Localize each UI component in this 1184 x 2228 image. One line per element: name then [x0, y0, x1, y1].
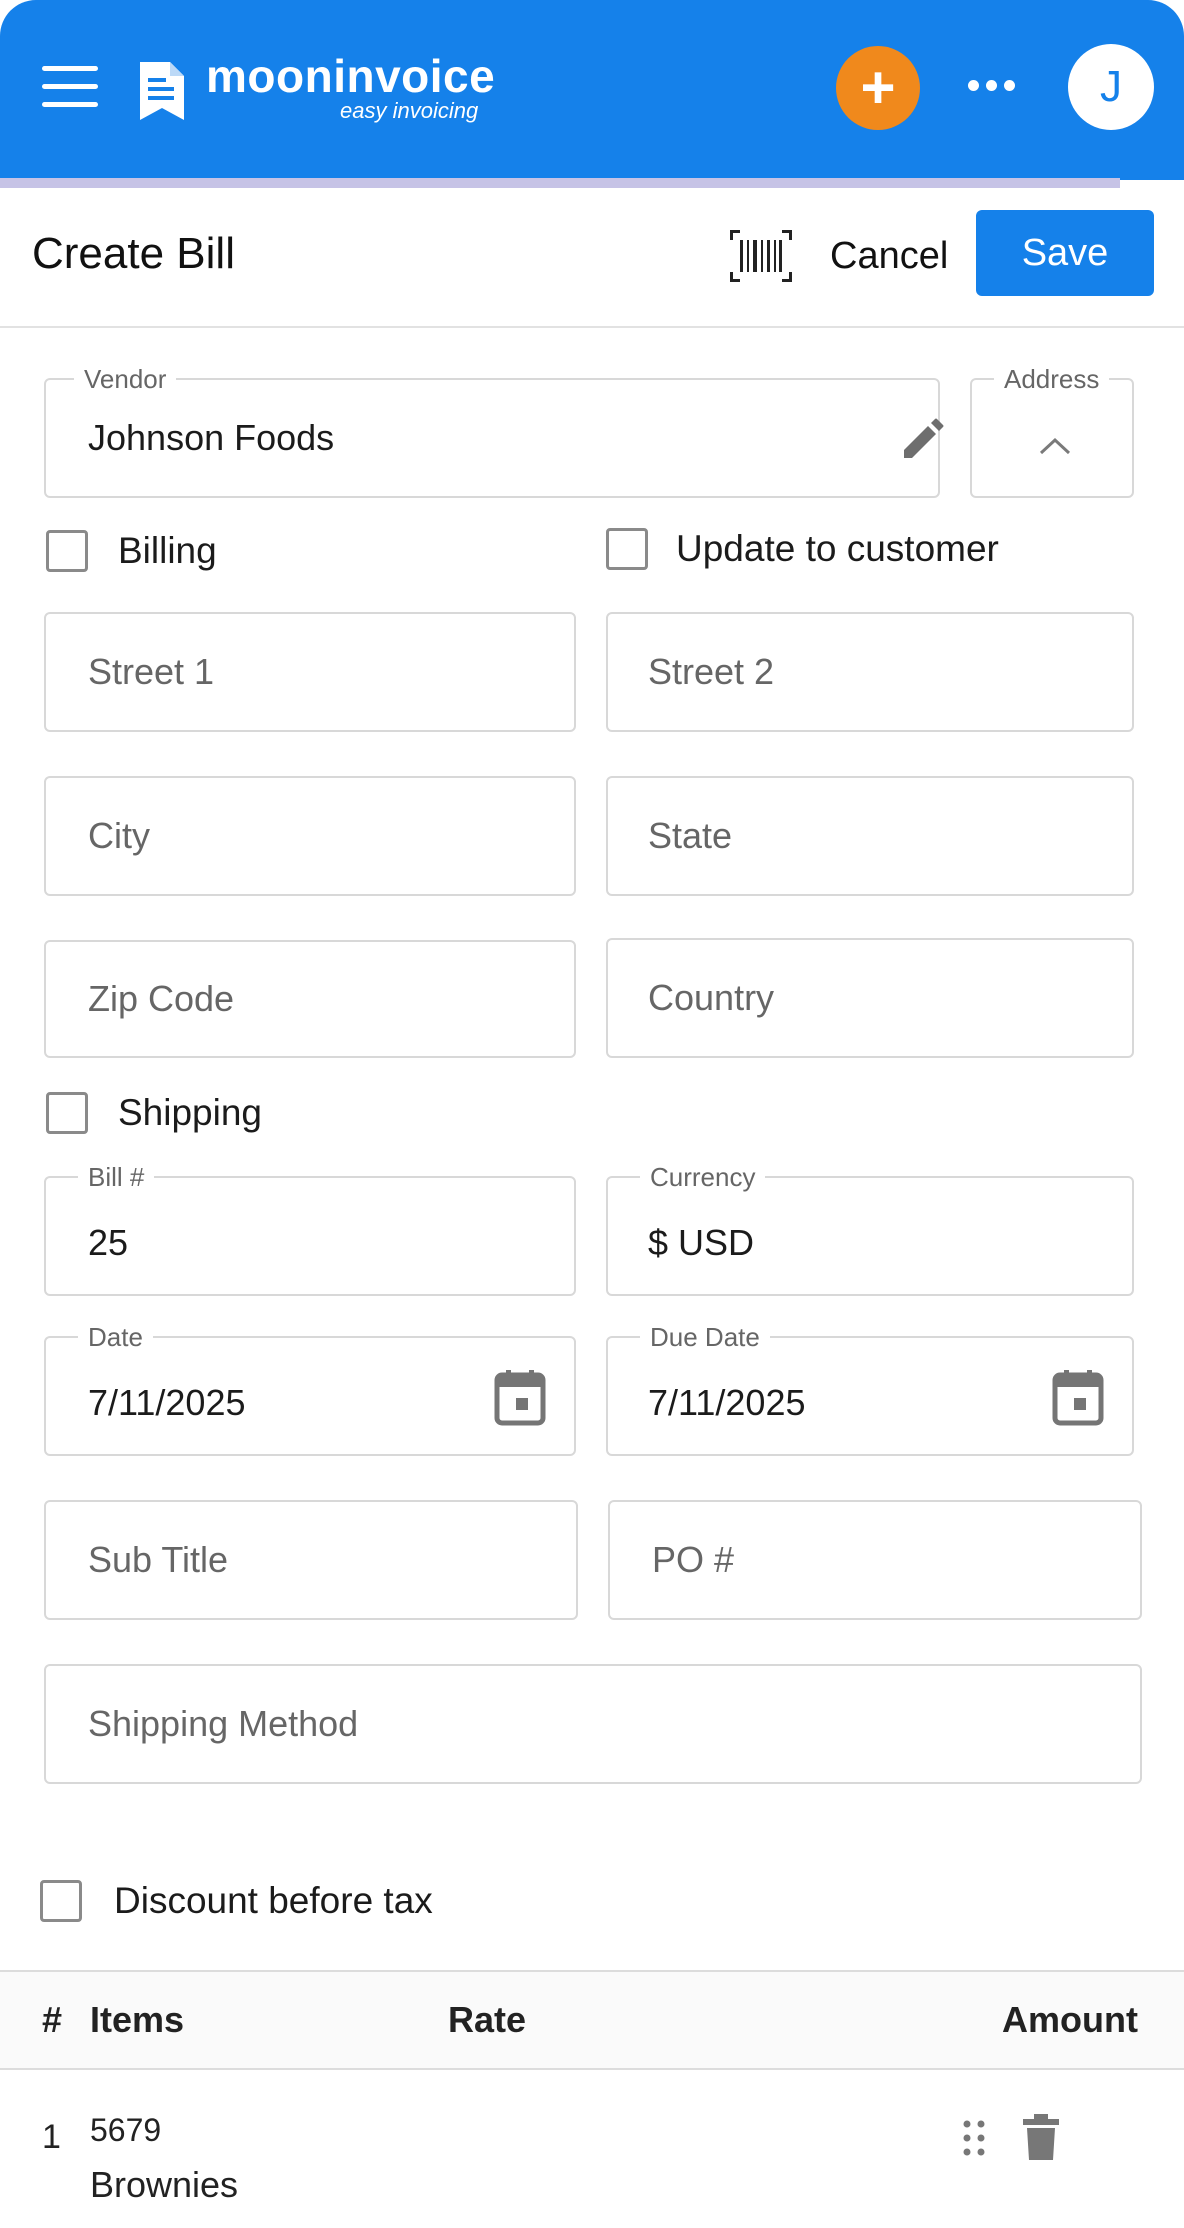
shipping-checkbox[interactable] [46, 1092, 88, 1134]
currency-field[interactable]: Currency $ USD [606, 1162, 1134, 1296]
date-value: 7/11/2025 [88, 1382, 246, 1423]
shipping-label: Shipping [118, 1092, 263, 1133]
item-code: 5679 [90, 2112, 162, 2148]
discount-before-tax-label: Discount before tax [114, 1880, 433, 1921]
drag-handle-icon[interactable] [960, 2118, 988, 2158]
item-number: 1 [42, 2118, 61, 2156]
zip-code-input[interactable]: Zip Code [44, 940, 576, 1058]
update-customer-label: Update to customer [676, 528, 999, 569]
state-input[interactable]: State [606, 776, 1134, 896]
city-placeholder: City [88, 815, 150, 856]
column-number: # [42, 1999, 63, 2040]
add-new-button[interactable]: + [836, 46, 920, 130]
street1-input[interactable]: Street 1 [44, 612, 576, 732]
progress-strip [0, 178, 1120, 188]
app-bar: mooninvoice easy invoicing + J [0, 0, 1184, 180]
chevron-up-icon [1039, 437, 1071, 455]
city-input[interactable]: City [44, 776, 576, 896]
save-button[interactable]: Save [976, 210, 1154, 296]
delete-trash-icon[interactable] [1020, 2112, 1062, 2162]
street2-input[interactable]: Street 2 [606, 612, 1134, 732]
vendor-value: Johnson Foods [88, 417, 335, 458]
moon-invoice-logo-icon [140, 62, 184, 120]
subtitle-placeholder: Sub Title [88, 1539, 229, 1580]
brand-tagline: easy invoicing [340, 98, 479, 123]
barcode-scan-icon[interactable] [728, 228, 794, 284]
billing-checkbox[interactable] [46, 530, 88, 572]
due-date-field[interactable]: Due Date 7/11/2025 [606, 1322, 1134, 1456]
shipping-method-input[interactable]: Shipping Method [44, 1664, 1142, 1784]
more-options-icon[interactable] [964, 70, 1020, 100]
country-placeholder: Country [648, 977, 775, 1018]
street2-placeholder: Street 2 [648, 651, 775, 692]
calendar-icon[interactable] [1052, 1368, 1104, 1426]
table-row[interactable]: 1 5679 Brownies [0, 2072, 1184, 2228]
items-table-header: # Items Rate Amount [0, 1970, 1184, 2070]
address-toggle[interactable]: Address [970, 364, 1134, 498]
user-avatar[interactable]: J [1068, 44, 1154, 130]
zip-code-placeholder: Zip Code [88, 978, 235, 1019]
brand-name: mooninvoice [206, 50, 496, 102]
country-input[interactable]: Country [606, 938, 1134, 1058]
page-header: Create Bill Cancel Save [0, 188, 1184, 328]
vendor-field[interactable]: Vendor Johnson Foods [44, 364, 944, 498]
street1-placeholder: Street 1 [88, 651, 215, 692]
discount-before-tax-checkbox[interactable] [40, 1880, 82, 1922]
shipping-checkbox-row[interactable]: Shipping [46, 1092, 262, 1134]
address-label: Address [994, 364, 1110, 394]
column-amount: Amount [1002, 1999, 1138, 2040]
update-customer-checkbox-row[interactable]: Update to customer [606, 528, 999, 570]
update-customer-checkbox[interactable] [606, 528, 648, 570]
calendar-icon[interactable] [494, 1368, 546, 1426]
due-date-value: 7/11/2025 [648, 1382, 806, 1423]
date-field[interactable]: Date 7/11/2025 [44, 1322, 576, 1456]
currency-value: $ USD [648, 1222, 755, 1263]
po-number-input[interactable]: PO # [608, 1500, 1142, 1620]
page-title: Create Bill [32, 229, 235, 278]
state-placeholder: State [648, 815, 733, 856]
cancel-button[interactable]: Cancel [830, 228, 948, 284]
column-items: Items [90, 1999, 185, 2040]
edit-pencil-icon[interactable] [898, 416, 946, 464]
menu-icon[interactable] [42, 64, 98, 110]
column-rate: Rate [448, 1999, 527, 2040]
bill-number-value: 25 [88, 1222, 129, 1263]
po-number-placeholder: PO # [652, 1539, 735, 1580]
billing-label: Billing [118, 530, 217, 571]
bill-number-field[interactable]: Bill # 25 [44, 1162, 576, 1296]
billing-checkbox-row[interactable]: Billing [46, 530, 217, 572]
item-name: Brownies [90, 2164, 239, 2205]
subtitle-input[interactable]: Sub Title [44, 1500, 578, 1620]
shipping-method-placeholder: Shipping Method [88, 1703, 359, 1744]
discount-before-tax-row[interactable]: Discount before tax [40, 1880, 433, 1922]
